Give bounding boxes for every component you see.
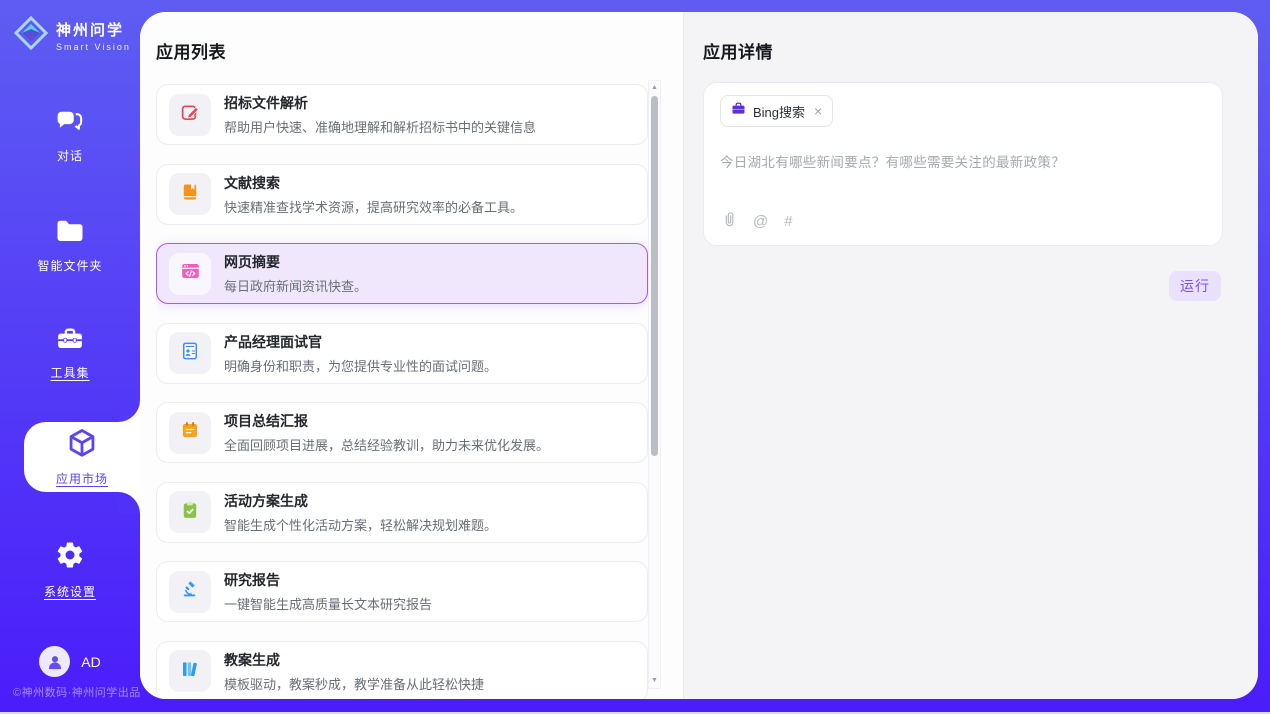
- app-description: 模板驱动，教案秒成，教学准备从此轻松快捷: [224, 674, 484, 693]
- content-shell: 应用列表 招标文件解析帮助用户快速、准确地理解和解析招标书中的关键信息文献搜索快…: [140, 12, 1258, 699]
- app-card-产品经理面试官[interactable]: 产品经理面试官明确身份和职责，为您提供专业性的面试问题。: [156, 323, 648, 384]
- scrollbar-down-arrow[interactable]: ▼: [649, 675, 660, 687]
- brand-diamond-icon: [14, 16, 48, 55]
- toolbox-icon: [55, 325, 85, 356]
- scrollbar[interactable]: ▲ ▼: [648, 80, 661, 689]
- brand-logo: 神州问学 Smart Vision: [14, 16, 131, 55]
- app-icon-tile: [169, 412, 211, 454]
- tool-tag-bing-search[interactable]: Bing搜索 ×: [720, 95, 833, 127]
- microscope-icon: [180, 579, 200, 604]
- chat-icon: [55, 108, 85, 139]
- app-icon-tile: [169, 94, 211, 136]
- app-list-title: 应用列表: [156, 38, 226, 63]
- resume-icon: [180, 341, 200, 366]
- prompt-card: Bing搜索 × 今日湖北有哪些新闻要点？有哪些需要关注的最新政策？ @ #: [703, 82, 1223, 246]
- app-card-活动方案生成[interactable]: 活动方案生成智能生成个性化活动方案，轻松解决规划难题。: [156, 482, 648, 543]
- app-name: 项目总结汇报: [224, 411, 549, 431]
- user-row[interactable]: AD: [0, 646, 140, 677]
- gear-icon: [55, 540, 85, 575]
- scrollbar-thumb[interactable]: [651, 96, 658, 456]
- app-card-研究报告[interactable]: 研究报告一键智能生成高质量长文本研究报告: [156, 561, 648, 622]
- hashtag-icon[interactable]: #: [784, 214, 792, 229]
- app-icon-tile: [169, 173, 211, 215]
- app-icon-tile: [169, 253, 211, 295]
- sidebar-item-label: 工具集: [50, 364, 89, 381]
- app-detail-panel: 应用详情 Bing搜索 × 今日湖北有哪些新闻要点？有哪些需要关注的最新政策？: [683, 12, 1258, 699]
- app-card-项目总结汇报[interactable]: 项目总结汇报全面回顾项目进展，总结经验教训，助力未来优化发展。: [156, 402, 648, 463]
- composer-toolbar: @ #: [721, 210, 793, 233]
- app-card-文献搜索[interactable]: 文献搜索快速精准查找学术资源，提高研究效率的必备工具。: [156, 164, 648, 225]
- tool-tag-label: Bing搜索: [753, 102, 805, 121]
- books-icon: [180, 659, 200, 684]
- scrollbar-up-arrow[interactable]: ▲: [649, 82, 660, 94]
- sidebar-item-label: 系统设置: [44, 583, 96, 600]
- run-button[interactable]: 运行: [1169, 271, 1221, 301]
- sidebar-item-label: 对话: [57, 147, 83, 164]
- app-icon-tile: [169, 650, 211, 692]
- active-tab-notch-top: [118, 400, 140, 422]
- app-card-教案生成[interactable]: 教案生成模板驱动，教案秒成，教学准备从此轻松快捷: [156, 641, 648, 700]
- clipboard-check-icon: [180, 500, 200, 525]
- app-detail-title: 应用详情: [703, 38, 773, 63]
- person-icon: [45, 652, 65, 672]
- calendar-note-icon: [180, 420, 200, 445]
- app-list: 招标文件解析帮助用户快速、准确地理解和解析招标书中的关键信息文献搜索快速精准查找…: [156, 84, 648, 699]
- brand-tagline: Smart Vision: [56, 42, 131, 52]
- app-card-招标文件解析[interactable]: 招标文件解析帮助用户快速、准确地理解和解析招标书中的关键信息: [156, 84, 648, 145]
- app-name: 教案生成: [224, 650, 484, 670]
- book-icon: [180, 182, 200, 207]
- app-name: 文献搜索: [224, 173, 523, 193]
- sidebar-item-工具集[interactable]: 工具集: [0, 325, 140, 381]
- app-description: 全面回顾项目进展，总结经验教训，助力未来优化发展。: [224, 435, 549, 454]
- avatar[interactable]: [39, 646, 70, 677]
- app-icon-tile: [169, 571, 211, 613]
- app-name: 招标文件解析: [224, 93, 536, 113]
- folder-icon: [55, 218, 85, 249]
- app-name: 活动方案生成: [224, 491, 497, 511]
- cube-icon: [66, 427, 98, 464]
- sidebar-item-应用市场[interactable]: 应用市场: [24, 422, 140, 492]
- app-icon-tile: [169, 332, 211, 374]
- app-description: 快速精准查找学术资源，提高研究效率的必备工具。: [224, 197, 523, 216]
- sidebar-item-系统设置[interactable]: 系统设置: [0, 540, 140, 600]
- app-name: 产品经理面试官: [224, 332, 497, 352]
- browser-code-icon: [180, 261, 201, 286]
- sidebar: 神州问学 Smart Vision 对话智能文件夹工具集应用市场系统设置 AD …: [0, 0, 140, 714]
- app-name: 研究报告: [224, 570, 432, 590]
- query-text[interactable]: 今日湖北有哪些新闻要点？有哪些需要关注的最新政策？: [720, 151, 1206, 171]
- sidebar-item-label: 智能文件夹: [37, 257, 102, 274]
- sidebar-item-智能文件夹[interactable]: 智能文件夹: [0, 218, 140, 274]
- app-description: 每日政府新闻资讯快查。: [224, 276, 367, 295]
- tag-close-icon[interactable]: ×: [814, 104, 822, 118]
- briefcase-icon: [731, 101, 746, 121]
- active-tab-notch-bottom: [118, 492, 140, 514]
- user-initials: AD: [81, 654, 100, 670]
- app-description: 明确身份和职责，为您提供专业性的面试问题。: [224, 356, 497, 375]
- app-name: 网页摘要: [224, 252, 367, 272]
- app-card-网页摘要[interactable]: 网页摘要每日政府新闻资讯快查。: [156, 243, 648, 304]
- mention-icon[interactable]: @: [753, 214, 768, 229]
- app-icon-tile: [169, 491, 211, 533]
- app-list-panel: 应用列表 招标文件解析帮助用户快速、准确地理解和解析招标书中的关键信息文献搜索快…: [140, 12, 683, 699]
- brand-name: 神州问学: [56, 19, 131, 40]
- app-description: 智能生成个性化活动方案，轻松解决规划难题。: [224, 515, 497, 534]
- pen-square-icon: [180, 102, 201, 128]
- app-description: 一键智能生成高质量长文本研究报告: [224, 594, 432, 613]
- attachment-icon[interactable]: [721, 210, 737, 233]
- sidebar-item-label: 应用市场: [56, 470, 108, 487]
- app-description: 帮助用户快速、准确地理解和解析招标书中的关键信息: [224, 117, 536, 136]
- sidebar-item-对话[interactable]: 对话: [0, 108, 140, 164]
- copyright: ©神州数码·神州问学出品: [13, 684, 141, 700]
